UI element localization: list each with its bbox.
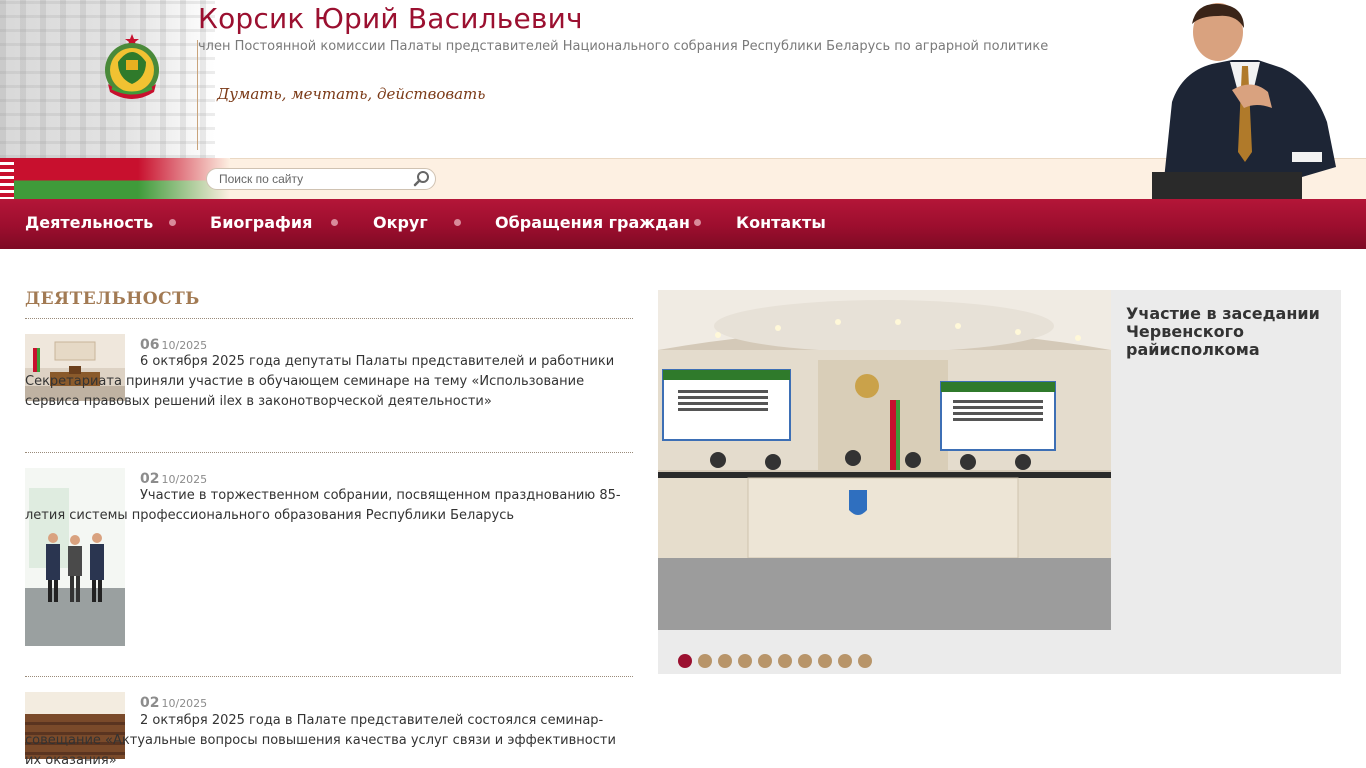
slider-dot[interactable] xyxy=(838,654,852,668)
flag-image xyxy=(0,158,230,199)
nav-item-district[interactable]: Округ xyxy=(373,213,428,232)
slide-image[interactable] xyxy=(658,290,1111,630)
search-input[interactable] xyxy=(219,171,409,187)
news-link[interactable]: 2 октября 2025 года в Палате представите… xyxy=(25,711,633,768)
search-icon[interactable] xyxy=(413,170,431,188)
nav-separator xyxy=(694,219,701,226)
news-month: 10/2025 xyxy=(161,697,208,710)
slider-dot[interactable] xyxy=(778,654,792,668)
state-emblem-icon[interactable] xyxy=(98,32,166,102)
nav-separator xyxy=(169,219,176,226)
slider-dot[interactable] xyxy=(678,654,692,668)
slider-dot[interactable] xyxy=(798,654,812,668)
nav-separator xyxy=(331,219,338,226)
divider xyxy=(25,676,633,677)
news-date: 06 10/2025 xyxy=(140,334,207,353)
header-divider xyxy=(197,40,198,150)
news-day: 02 xyxy=(140,695,160,711)
news-day: 02 xyxy=(140,471,160,487)
nav-item-biography[interactable]: Биография xyxy=(210,213,312,232)
nav-item-appeals[interactable]: Обращения граждан xyxy=(495,213,690,232)
nav-item-activity[interactable]: Деятельность xyxy=(25,213,153,232)
site-title[interactable]: Корсик Юрий Васильевич xyxy=(198,2,583,35)
divider xyxy=(25,452,633,453)
slider-dot[interactable] xyxy=(698,654,712,668)
slide-title[interactable]: Участие в заседании Червенского райиспол… xyxy=(1126,305,1326,359)
news-link[interactable]: 6 октября 2025 года депутаты Палаты пред… xyxy=(25,352,633,412)
news-month: 10/2025 xyxy=(161,473,208,486)
site-motto: Думать, мечтать, действовать xyxy=(217,85,486,103)
news-date: 02 10/2025 xyxy=(140,468,207,487)
nav-separator xyxy=(454,219,461,226)
news-day: 06 xyxy=(140,337,160,353)
section-title[interactable]: ДЕЯТЕЛЬНОСТЬ xyxy=(25,289,200,309)
slider-dot[interactable] xyxy=(758,654,772,668)
nav-item-contacts[interactable]: Контакты xyxy=(736,213,826,232)
news-date: 02 10/2025 xyxy=(140,692,207,711)
flag-ornament xyxy=(0,158,14,199)
slider-dot[interactable] xyxy=(738,654,752,668)
site-subtitle: член Постоянной комиссии Палаты представ… xyxy=(198,39,1049,54)
news-link[interactable]: Участие в торжественном собрании, посвящ… xyxy=(25,486,633,526)
slider-dot[interactable] xyxy=(718,654,732,668)
slider-dot[interactable] xyxy=(858,654,872,668)
site-header: Корсик Юрий Васильевич член Постоянной к… xyxy=(0,0,1366,199)
news-slider: Участие в заседании Червенского райиспол… xyxy=(658,290,1341,674)
slider-dot[interactable] xyxy=(818,654,832,668)
main-nav: Деятельность Биография Округ Обращения г… xyxy=(0,199,1366,249)
deputy-portrait-image xyxy=(1152,3,1336,199)
news-month: 10/2025 xyxy=(161,339,208,352)
divider xyxy=(25,318,633,319)
search-form xyxy=(206,168,436,190)
